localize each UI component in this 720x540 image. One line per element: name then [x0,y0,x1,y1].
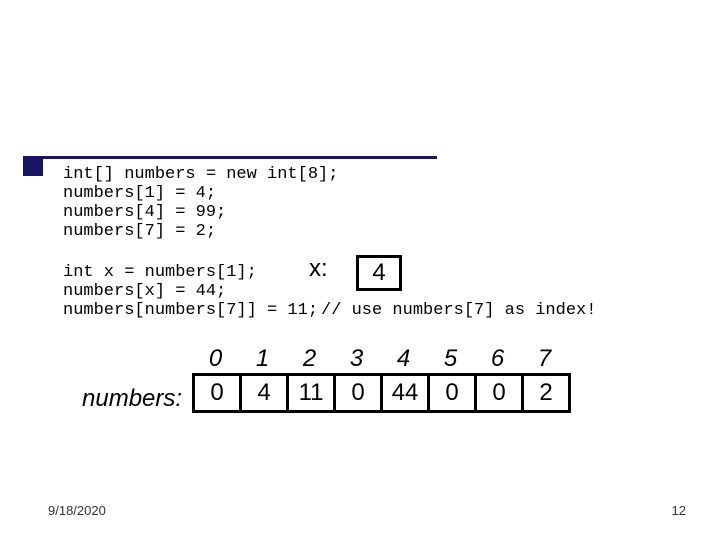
index-cell: 7 [521,345,568,373]
index-cell: 1 [239,345,286,373]
index-cell: 3 [333,345,380,373]
index-cell: 6 [474,345,521,373]
title-rule [23,156,437,159]
array-cell: 0 [430,376,477,410]
array-cell: 0 [477,376,524,410]
x-label: x: [309,255,328,283]
title-bullet [23,156,43,176]
x-value-box: 4 [356,255,402,291]
array-cells: 0411044002 [192,373,571,413]
array-cell: 11 [289,376,336,410]
index-row: 01234567 [192,345,571,373]
index-cell: 4 [380,345,427,373]
code-comment: // use numbers[7] as index! [321,301,596,320]
index-cell: 0 [192,345,239,373]
index-cell: 5 [427,345,474,373]
array-cell: 0 [336,376,383,410]
code-block-1: int[] numbers = new int[8]; numbers[1] =… [63,165,338,241]
array-cell: 4 [242,376,289,410]
array-label: numbers: [82,385,182,413]
array-cell: 2 [524,376,568,410]
page-number: 12 [672,503,686,518]
index-cell: 2 [286,345,333,373]
code-block-2: int x = numbers[1]; numbers[x] = 44; num… [63,263,318,320]
array-cell: 0 [195,376,242,410]
footer-date: 9/18/2020 [48,503,106,518]
array-cell: 44 [383,376,430,410]
array-diagram: numbers: 01234567 0411044002 [82,345,571,413]
